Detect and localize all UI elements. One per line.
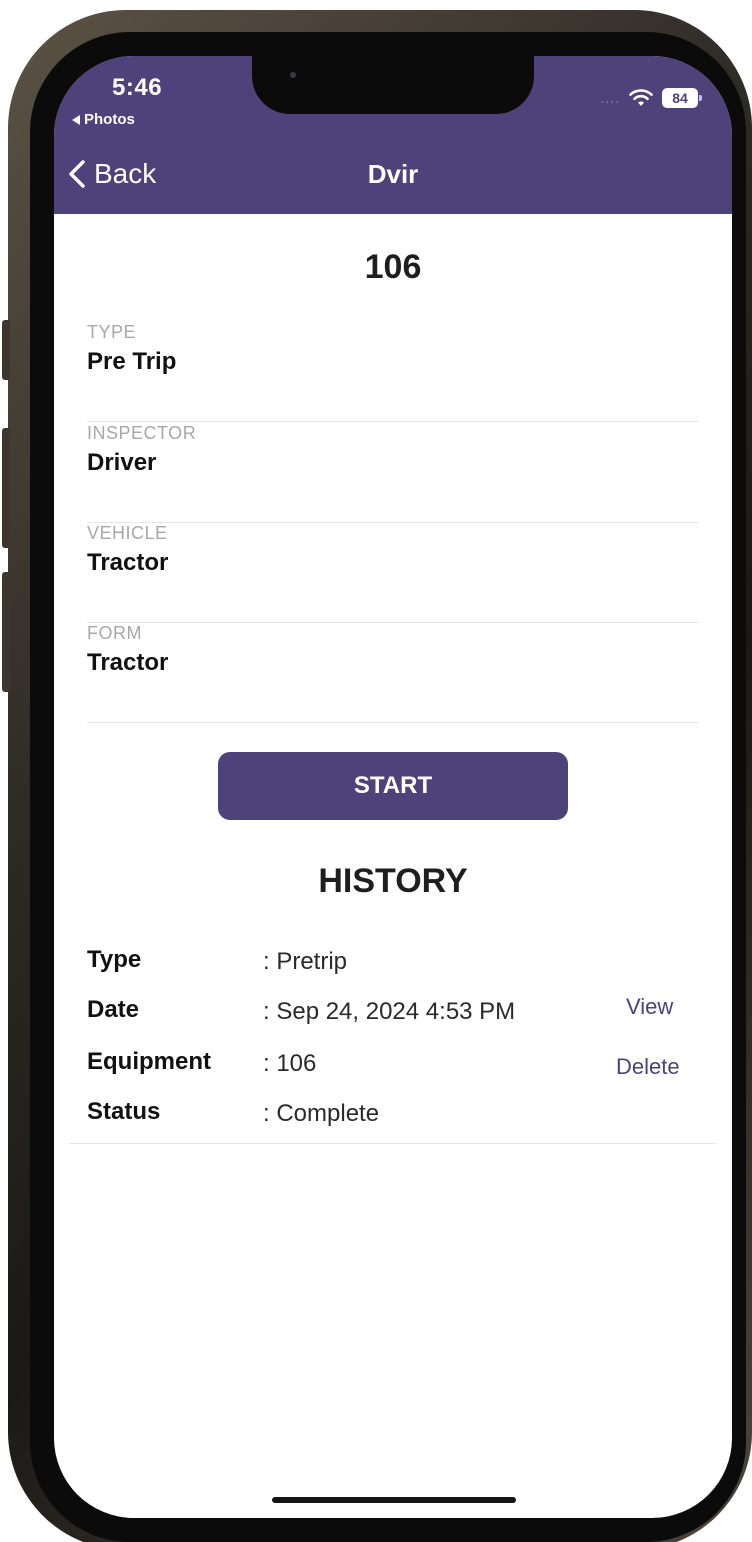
phone-frame: 5:46 Photos .... 84 Back Dvir 106 TYPE P… [2, 10, 752, 1542]
field-form: FORM Tractor [87, 623, 699, 723]
camera-notch [252, 56, 534, 114]
history-title: HISTORY [318, 862, 468, 900]
field-value: Driver [87, 449, 157, 476]
history-label: Date [87, 996, 140, 1023]
wifi-icon [629, 89, 653, 106]
field-label: FORM [87, 623, 142, 643]
history-value: : 106 [263, 1050, 317, 1077]
home-indicator[interactable] [272, 1497, 516, 1503]
record-title: 106 [364, 248, 422, 286]
history-label: Type [87, 946, 142, 973]
history-item: Type : Pretrip Date : Sep 24, 2024 4:53 … [69, 936, 716, 1144]
back-arrow-small-icon [72, 114, 80, 125]
battery-icon: 84 [662, 88, 702, 108]
field-value: Pre Trip [87, 348, 177, 375]
status-time: 5:46 [112, 74, 163, 101]
history-value: : Sep 24, 2024 4:53 PM [263, 998, 516, 1025]
view-link[interactable]: View [626, 994, 673, 1020]
nav-title: Dvir [367, 159, 419, 189]
volume-up-button [2, 428, 10, 548]
history-value: : Complete [263, 1100, 380, 1127]
field-value: Tractor [87, 549, 169, 576]
field-inspector: INSPECTOR Driver [87, 423, 699, 523]
history-value: : Pretrip [263, 948, 348, 975]
return-to-app-link[interactable]: Photos [72, 111, 135, 128]
history-label: Status [87, 1098, 161, 1125]
history-label: Equipment [87, 1048, 211, 1075]
return-app-label: Photos [84, 111, 135, 128]
delete-link[interactable]: Delete [616, 1054, 680, 1080]
start-button[interactable]: START [218, 752, 568, 820]
silent-switch [2, 320, 10, 380]
camera-dot [290, 72, 296, 78]
field-vehicle: VEHICLE Tractor [87, 523, 699, 623]
field-value: Tractor [87, 649, 169, 676]
status-icons: .... 84 [600, 88, 702, 108]
cellular-signal-icon: .... [600, 90, 620, 106]
volume-down-button [2, 572, 10, 692]
field-label: TYPE [87, 322, 137, 342]
field-type: TYPE Pre Trip [87, 322, 699, 422]
app-header: 5:46 Photos .... 84 Back Dvir [54, 56, 732, 214]
battery-level: 84 [672, 90, 688, 106]
field-label: VEHICLE [87, 523, 168, 543]
field-label: INSPECTOR [87, 423, 197, 443]
app-screen: 5:46 Photos .... 84 Back Dvir 106 TYPE P… [54, 56, 732, 1518]
